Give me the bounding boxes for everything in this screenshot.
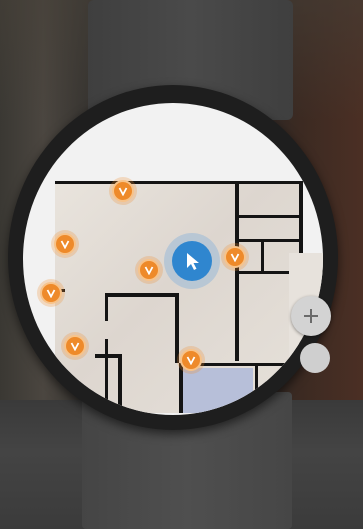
- map-wall: [105, 293, 108, 321]
- map-wall: [261, 241, 264, 271]
- map-marker[interactable]: [54, 233, 76, 255]
- floor-plan-map[interactable]: [51, 181, 303, 413]
- map-wall: [118, 354, 122, 413]
- plus-icon: [304, 309, 318, 323]
- check-v-icon: [60, 240, 70, 249]
- map-wall: [179, 366, 183, 413]
- zoom-out-button[interactable]: [300, 343, 330, 373]
- map-room-highlight: [183, 368, 253, 413]
- map-wall: [255, 363, 258, 413]
- navigation-arrow-icon: [187, 253, 199, 270]
- map-wall: [235, 215, 303, 218]
- zoom-in-button[interactable]: [291, 296, 331, 336]
- check-v-icon: [46, 289, 56, 298]
- check-v-icon: [70, 342, 80, 351]
- map-marker[interactable]: [112, 180, 134, 202]
- check-v-icon: [118, 187, 128, 196]
- map-marker[interactable]: [180, 349, 202, 371]
- user-location-button[interactable]: [172, 241, 212, 281]
- check-v-icon: [144, 266, 154, 275]
- map-wall: [55, 181, 303, 184]
- map-marker[interactable]: [138, 259, 160, 281]
- map-wall: [235, 239, 303, 242]
- check-v-icon: [230, 253, 240, 262]
- map-marker[interactable]: [64, 335, 86, 357]
- map-wall: [105, 293, 175, 297]
- map-marker[interactable]: [40, 282, 62, 304]
- map-marker[interactable]: [224, 246, 246, 268]
- map-wall: [105, 339, 108, 413]
- map-wall: [175, 293, 179, 363]
- check-v-icon: [186, 356, 196, 365]
